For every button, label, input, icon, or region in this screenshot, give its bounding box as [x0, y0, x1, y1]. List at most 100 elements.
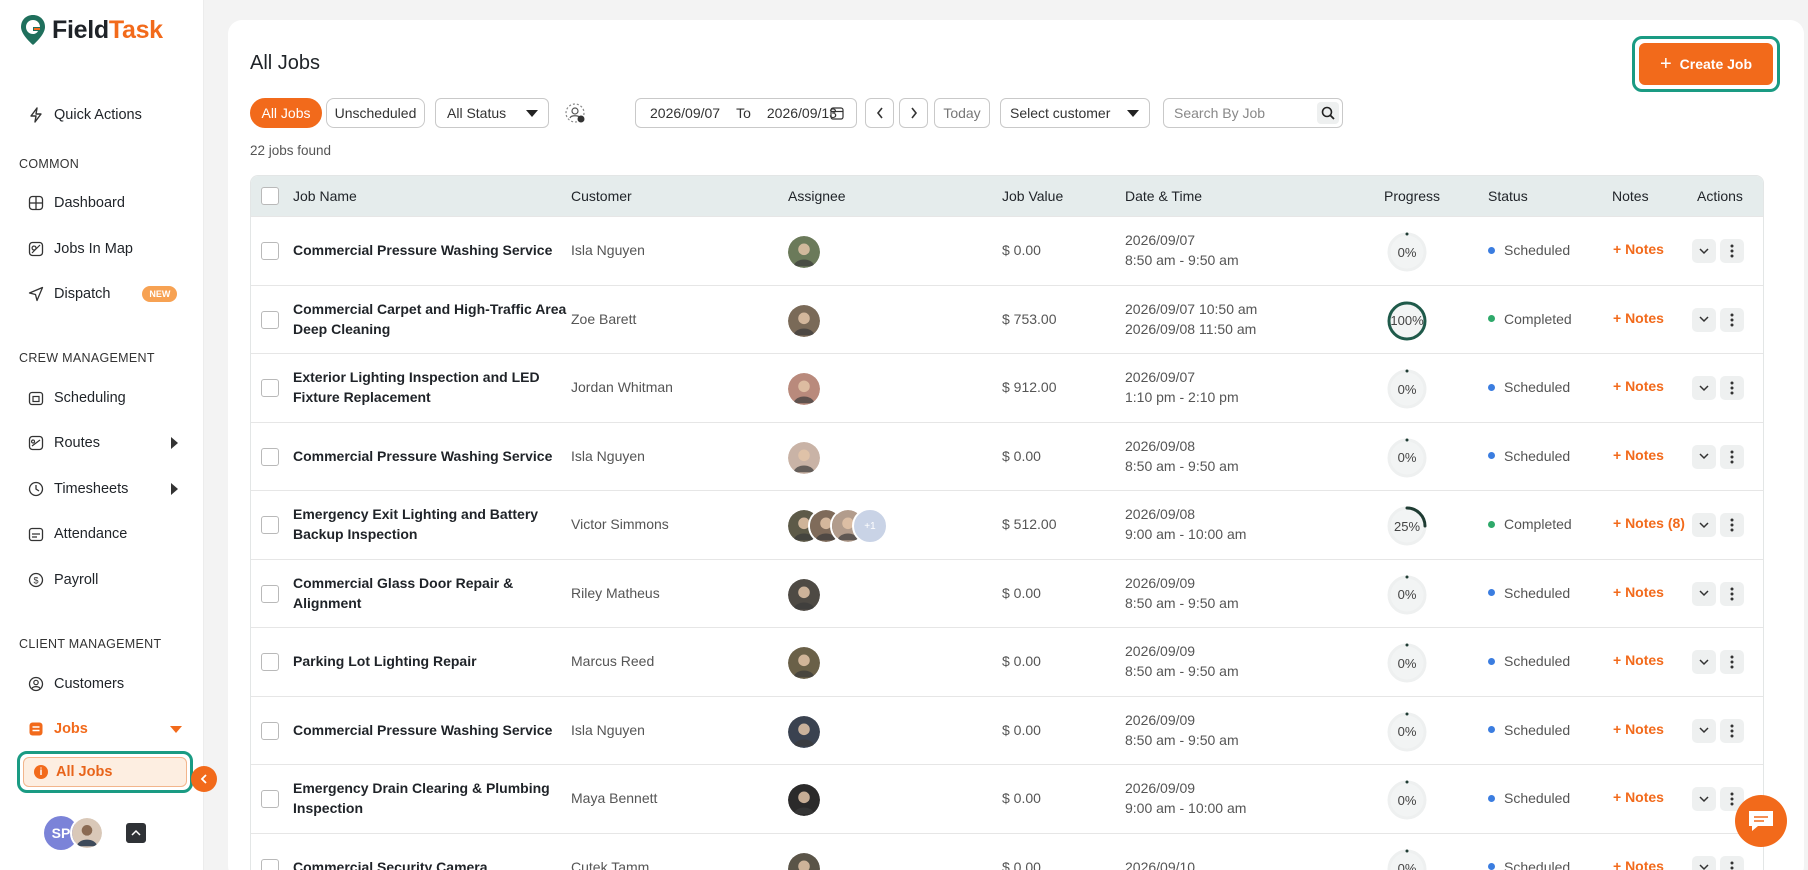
sidebar-collapse-button[interactable]: [191, 766, 217, 792]
tab-unscheduled[interactable]: Unscheduled: [326, 98, 425, 128]
today-button[interactable]: Today: [934, 98, 990, 128]
more-actions-button[interactable]: [1720, 718, 1744, 743]
tab-all-jobs[interactable]: All Jobs: [250, 98, 322, 128]
more-actions-button[interactable]: [1720, 855, 1744, 870]
chat-button[interactable]: [1735, 795, 1787, 847]
sidebar-item-dashboard[interactable]: Dashboard: [28, 191, 125, 215]
row-checkbox[interactable]: [261, 584, 279, 603]
more-actions-button[interactable]: [1720, 307, 1744, 332]
prev-week-button[interactable]: [865, 98, 894, 128]
assignee-filter-icon[interactable]: [565, 103, 587, 125]
sidebar-item-routes[interactable]: Routes: [28, 431, 188, 455]
header-customer[interactable]: Customer: [571, 188, 632, 204]
expand-row-button[interactable]: [1692, 307, 1716, 332]
notes-link[interactable]: + Notes: [1613, 789, 1664, 805]
brand-logo[interactable]: FieldTask: [20, 14, 163, 46]
job-name[interactable]: Commercial Glass Door Repair & Alignment: [293, 573, 573, 613]
row-checkbox[interactable]: [261, 447, 279, 466]
table-row[interactable]: Commercial Security Camera Cutek Tamm $ …: [251, 832, 1763, 870]
calendar-icon[interactable]: [830, 106, 844, 123]
row-checkbox[interactable]: [261, 310, 279, 329]
table-row[interactable]: Commercial Glass Door Repair & Alignment…: [251, 558, 1763, 628]
customer-select[interactable]: Select customer: [1000, 98, 1150, 128]
row-checkbox[interactable]: [261, 242, 279, 260]
expand-row-button[interactable]: [1692, 650, 1716, 674]
job-name[interactable]: Parking Lot Lighting Repair: [293, 651, 573, 671]
job-name[interactable]: Commercial Pressure Washing Service: [293, 720, 573, 740]
assignee-avatar[interactable]: [786, 713, 822, 750]
sidebar-item-attendance[interactable]: Attendance: [28, 522, 127, 546]
row-checkbox[interactable]: [261, 379, 279, 397]
sidebar-item-payroll[interactable]: $ Payroll: [28, 568, 98, 592]
assignee-avatar[interactable]: [786, 371, 822, 407]
expand-row-button[interactable]: [1692, 444, 1716, 469]
job-name[interactable]: Commercial Pressure Washing Service: [293, 446, 573, 466]
job-name[interactable]: Emergency Drain Clearing & Plumbing Insp…: [293, 778, 573, 818]
sidebar-item-dispatch[interactable]: Dispatch NEW: [28, 282, 178, 306]
search-input[interactable]: Search By Job: [1163, 98, 1343, 128]
assignee-avatar[interactable]: [786, 645, 822, 681]
row-checkbox[interactable]: [261, 516, 279, 534]
row-checkbox[interactable]: [261, 721, 279, 740]
more-actions-button[interactable]: [1720, 513, 1744, 537]
table-row[interactable]: Emergency Drain Clearing & Plumbing Insp…: [251, 764, 1763, 833]
notes-link[interactable]: + Notes: [1613, 721, 1664, 737]
job-name[interactable]: Commercial Carpet and High-Traffic Area …: [293, 299, 573, 339]
row-checkbox[interactable]: [261, 858, 279, 870]
search-icon[interactable]: [1317, 102, 1339, 124]
expand-row-button[interactable]: [1692, 581, 1716, 606]
assignee-avatar[interactable]: [786, 782, 822, 818]
table-row[interactable]: Exterior Lighting Inspection and LED Fix…: [251, 353, 1763, 422]
job-name[interactable]: Commercial Security Camera: [293, 857, 573, 870]
create-job-button[interactable]: + Create Job: [1639, 43, 1773, 85]
table-row[interactable]: Commercial Pressure Washing Service Isla…: [251, 216, 1763, 285]
expand-row-button[interactable]: [1692, 718, 1716, 743]
assignee-avatar[interactable]: [786, 439, 822, 476]
expand-row-button[interactable]: [1692, 513, 1716, 537]
more-actions-button[interactable]: [1720, 444, 1744, 469]
avatar[interactable]: [70, 816, 104, 850]
table-row[interactable]: Emergency Exit Lighting and Battery Back…: [251, 490, 1763, 559]
row-checkbox[interactable]: [261, 653, 279, 671]
sidebar-item-all-jobs[interactable]: i All Jobs: [23, 757, 187, 787]
job-name[interactable]: Emergency Exit Lighting and Battery Back…: [293, 504, 573, 544]
expand-row-button[interactable]: [1692, 376, 1716, 400]
table-row[interactable]: Parking Lot Lighting Repair Marcus Reed …: [251, 627, 1763, 696]
more-actions-button[interactable]: [1720, 376, 1744, 400]
notes-link[interactable]: + Notes: [1613, 378, 1664, 394]
more-assignees-badge[interactable]: +1: [852, 508, 888, 544]
sidebar-item-jobs[interactable]: Jobs: [28, 717, 188, 741]
header-job-value[interactable]: Job Value: [1002, 188, 1063, 204]
notes-link[interactable]: + Notes: [1613, 652, 1664, 668]
sidebar-item-jobs-in-map[interactable]: Jobs In Map: [28, 237, 133, 261]
notes-link[interactable]: + Notes: [1613, 310, 1664, 326]
more-actions-button[interactable]: [1720, 581, 1744, 606]
date-from[interactable]: 2026/09/07: [650, 105, 720, 121]
header-job-name[interactable]: Job Name: [293, 188, 357, 204]
assignee-avatar[interactable]: [786, 576, 822, 613]
job-name[interactable]: Commercial Pressure Washing Service: [293, 240, 573, 260]
notes-link[interactable]: + Notes: [1613, 241, 1664, 257]
table-row[interactable]: Commercial Pressure Washing Service Isla…: [251, 695, 1763, 765]
row-checkbox[interactable]: [261, 790, 279, 808]
sidebar-item-scheduling[interactable]: Scheduling: [28, 386, 126, 410]
status-select[interactable]: All Status: [435, 98, 549, 128]
assignee-avatar[interactable]: [786, 234, 822, 270]
quick-actions-link[interactable]: Quick Actions: [28, 103, 142, 127]
notes-link[interactable]: + Notes (8): [1613, 515, 1685, 531]
header-date-time[interactable]: Date & Time: [1125, 188, 1202, 204]
date-range-picker[interactable]: 2026/09/07 To 2026/09/13: [635, 98, 857, 128]
job-name[interactable]: Exterior Lighting Inspection and LED Fix…: [293, 367, 573, 407]
table-row[interactable]: Commercial Carpet and High-Traffic Area …: [251, 284, 1763, 354]
date-to[interactable]: 2026/09/13: [767, 105, 837, 121]
table-row[interactable]: Commercial Pressure Washing Service Isla…: [251, 421, 1763, 491]
expand-row-button[interactable]: [1692, 239, 1716, 263]
notes-link[interactable]: + Notes: [1613, 858, 1664, 870]
sidebar-item-customers[interactable]: Customers: [28, 672, 124, 696]
sidebar-item-timesheets[interactable]: Timesheets: [28, 477, 188, 501]
expand-row-button[interactable]: [1692, 787, 1716, 811]
notes-link[interactable]: + Notes: [1613, 447, 1664, 463]
select-all-checkbox[interactable]: [261, 187, 279, 205]
notes-link[interactable]: + Notes: [1613, 584, 1664, 600]
assignee-avatar[interactable]: [786, 302, 822, 339]
